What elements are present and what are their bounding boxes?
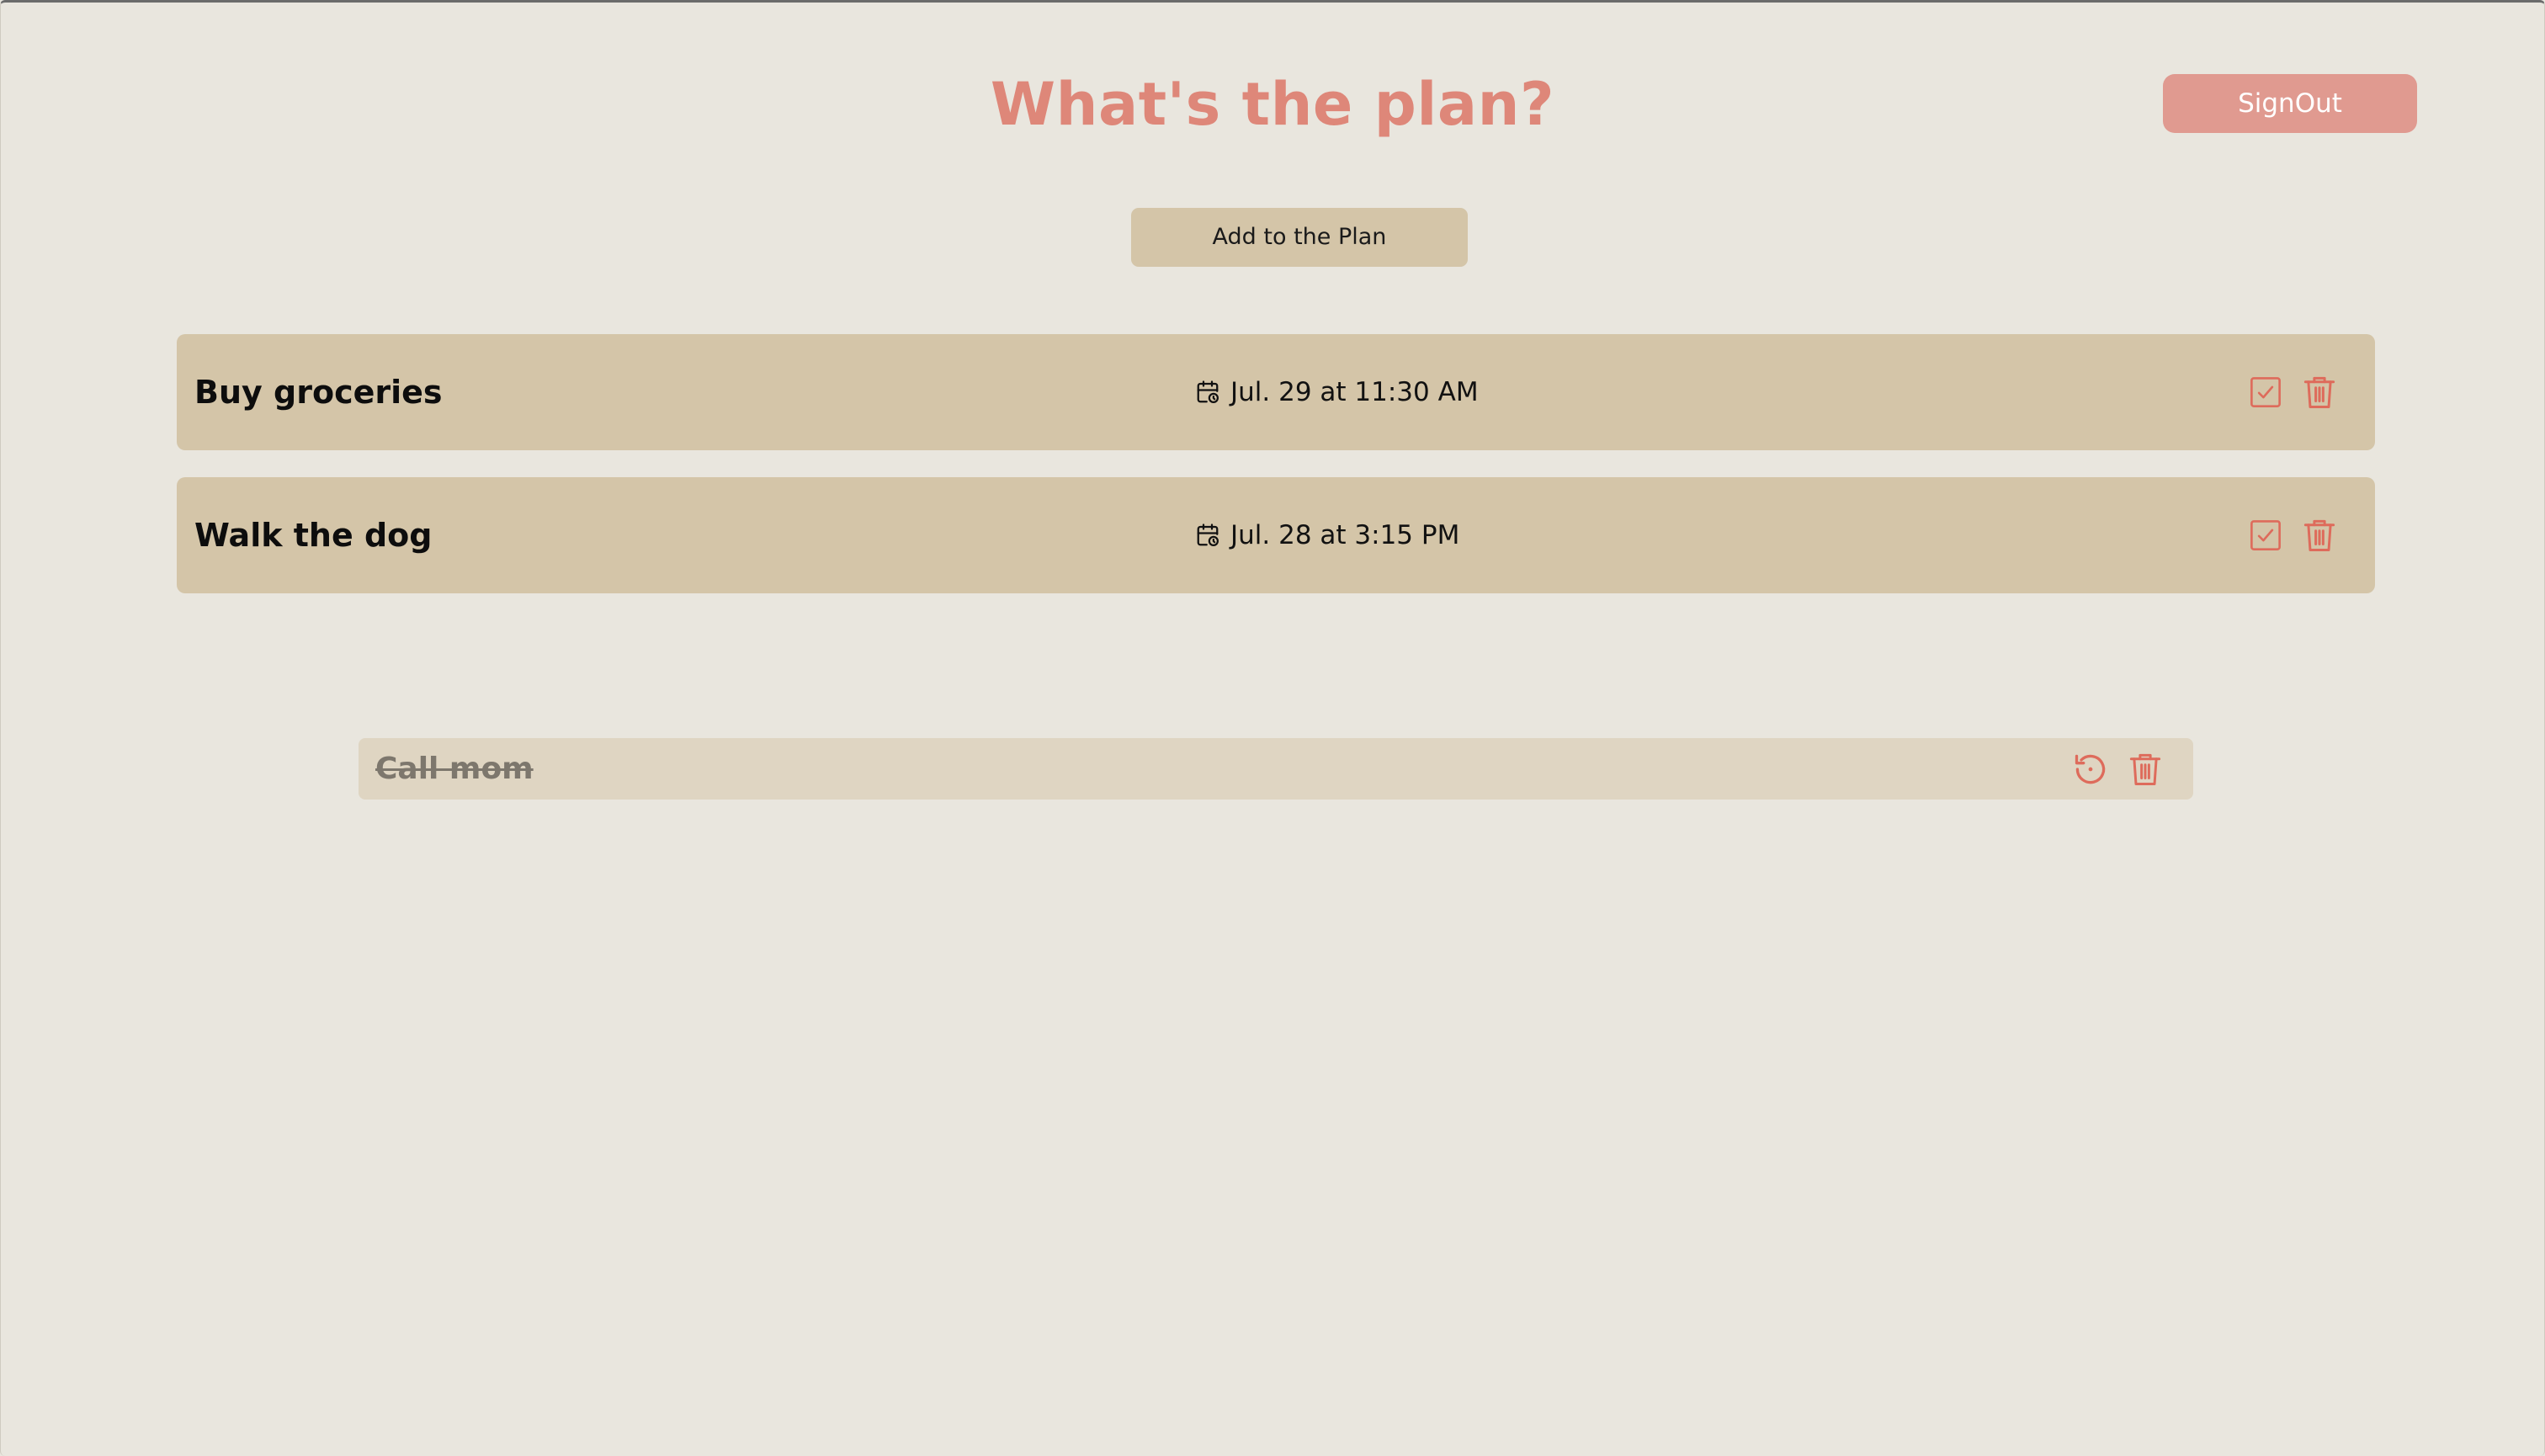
trash-icon <box>2129 753 2161 785</box>
restore-task-button[interactable] <box>2072 751 2109 788</box>
task-actions <box>2248 334 2337 450</box>
restore-icon <box>2075 754 2106 784</box>
task-date: Jul. 29 at 11:30 AM <box>1195 334 1479 450</box>
task-date: Jul. 28 at 3:15 PM <box>1195 477 1459 593</box>
calendar-clock-icon <box>1197 523 1219 546</box>
complete-task-button[interactable] <box>2248 518 2283 553</box>
delete-task-button[interactable] <box>2302 373 2337 412</box>
completed-task-title: Call mom <box>375 752 534 786</box>
signout-button[interactable]: SignOut <box>2163 74 2417 133</box>
task-title: Buy groceries <box>194 374 443 411</box>
task-title: Walk the dog <box>194 517 433 554</box>
completed-task-card: Call mom <box>359 738 2193 800</box>
delete-completed-task-button[interactable] <box>2128 750 2163 789</box>
delete-task-button[interactable] <box>2302 516 2337 555</box>
task-card: Walk the dog Jul. 28 at 3:15 PM <box>177 477 2375 593</box>
task-actions <box>2248 477 2337 593</box>
task-date-text: Jul. 29 at 11:30 AM <box>1230 377 1479 407</box>
task-date-text: Jul. 28 at 3:15 PM <box>1230 520 1460 550</box>
complete-task-button[interactable] <box>2248 375 2283 410</box>
checkbox-check-icon <box>2250 377 2281 407</box>
task-card: Buy groceries Jul. 29 at 11:30 AM <box>177 334 2375 450</box>
completed-task-actions <box>2072 738 2163 800</box>
calendar-clock-icon <box>1197 380 1219 403</box>
trash-icon <box>2303 376 2335 408</box>
trash-icon <box>2303 519 2335 551</box>
checkbox-check-icon <box>2250 520 2281 550</box>
add-to-plan-button[interactable]: Add to the Plan <box>1131 208 1468 267</box>
